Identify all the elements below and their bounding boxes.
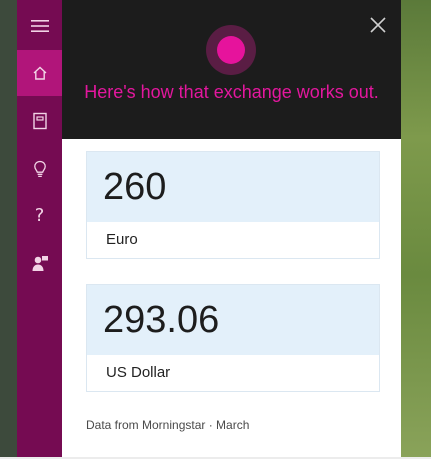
from-currency: Euro <box>87 222 379 258</box>
cortana-logo <box>206 25 256 75</box>
desktop-background-left <box>0 0 17 459</box>
cortana-header: Here's how that exchange works out. <box>62 0 401 139</box>
help-icon: ? <box>34 204 45 226</box>
sidebar-item-help[interactable]: ? <box>17 192 62 238</box>
conversion-from-card: 260 Euro <box>86 151 380 259</box>
feedback-icon <box>32 256 48 271</box>
home-icon <box>33 66 46 80</box>
data-source-attribution: Data from Morningstar · March <box>86 418 250 432</box>
cortana-panel: Here's how that exchange works out. 260 … <box>62 0 401 459</box>
close-icon <box>370 17 386 33</box>
sidebar-item-reminders[interactable] <box>17 146 62 192</box>
sidebar-item-notebook[interactable] <box>17 98 62 144</box>
hamburger-menu-button[interactable] <box>17 3 62 49</box>
cortana-sidebar: ? <box>17 0 62 459</box>
notebook-icon <box>32 112 47 130</box>
cortana-message: Here's how that exchange works out. <box>84 82 379 102</box>
lightbulb-icon <box>33 160 46 178</box>
to-currency: US Dollar <box>87 355 379 391</box>
conversion-to-card: 293.06 US Dollar <box>86 284 380 392</box>
close-button[interactable] <box>366 13 390 37</box>
sidebar-item-feedback[interactable] <box>17 240 62 286</box>
from-amount: 260 <box>87 152 379 222</box>
hamburger-menu-icon <box>30 20 49 32</box>
sidebar-item-home[interactable] <box>17 50 62 96</box>
to-amount: 293.06 <box>87 285 379 355</box>
desktop-background-right <box>401 0 431 459</box>
cortana-logo-dot <box>217 36 245 64</box>
